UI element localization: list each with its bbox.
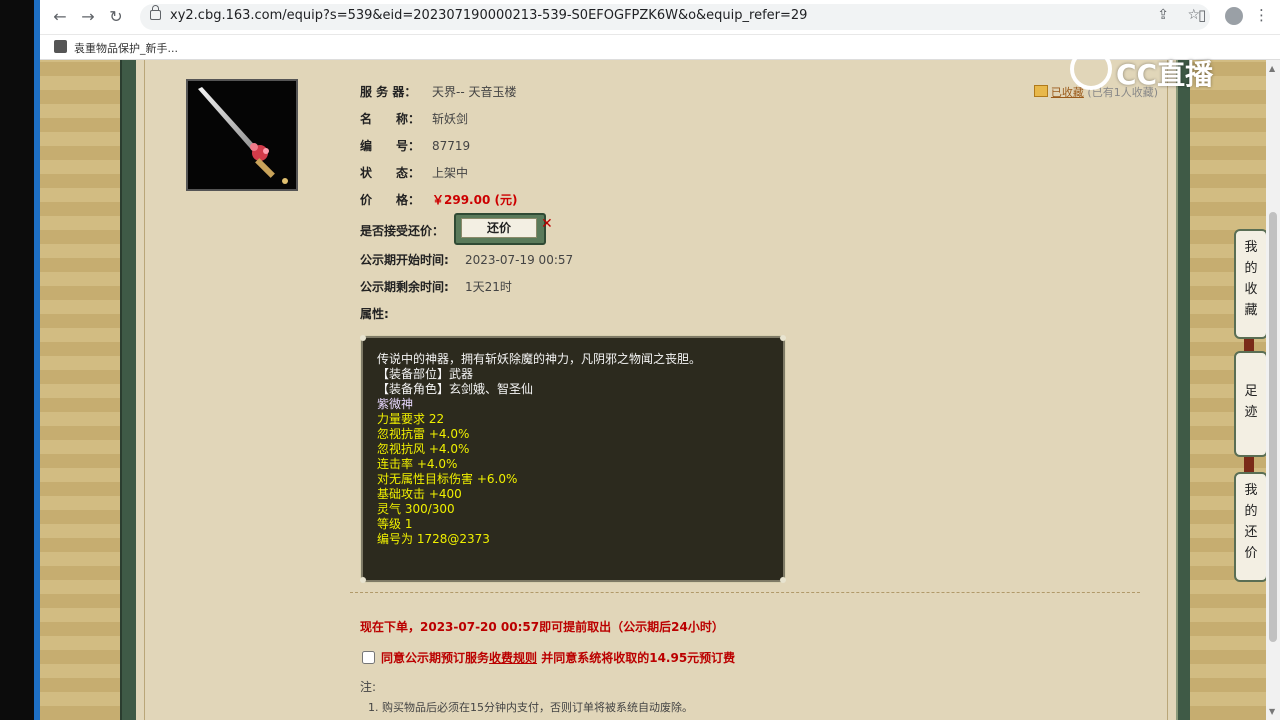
price-value: ￥299.00 (元)	[432, 193, 518, 207]
page-scrollbar[interactable]: ▲ ▼	[1266, 60, 1280, 720]
panel-corner	[360, 335, 366, 341]
item-thumbnail	[186, 79, 298, 191]
status-label: 状 态：	[360, 166, 421, 180]
name-value: 斩妖剑	[432, 112, 469, 126]
public-start-value: 2023-07-19 00:57	[465, 253, 574, 267]
side-tab-favorites[interactable]: 我的收藏	[1234, 229, 1268, 339]
counter-offer-label: 是否接受还价：	[360, 224, 445, 238]
agree-checkbox[interactable]	[362, 651, 375, 664]
sidebar-toggle-icon[interactable]: ▯	[1198, 6, 1206, 24]
agree-prefix: 同意公示期预订服务	[381, 651, 490, 665]
attributes-panel: 传说中的神器，拥有斩妖除魔的神力，凡阴邪之物闻之丧胆。 【装备部位】武器 【装备…	[360, 335, 786, 583]
lock-icon	[150, 5, 161, 20]
reload-icon[interactable]: ↻	[106, 7, 126, 27]
notes-label: 注:	[360, 680, 377, 694]
bookmark-item[interactable]: 袁重物品保护_新手...	[74, 40, 178, 56]
counter-offer-button-label: 还价	[461, 218, 537, 238]
scroll-thumb[interactable]	[1269, 212, 1277, 642]
close-icon[interactable]: ✕	[541, 216, 553, 232]
early-pickup-notice: 现在下单，2023-07-20 00:57即可提前取出（公示期后24小时）	[360, 620, 724, 634]
share-icon[interactable]: ⇪	[1157, 7, 1169, 23]
browser-toolbar: ← → ↻ xy2.cbg.163.com/equip?s=539&eid=20…	[40, 0, 1280, 35]
id-label: 编 号：	[360, 139, 421, 153]
desktop-left-edge	[0, 0, 40, 720]
forward-arrow-icon[interactable]: →	[78, 7, 98, 27]
attributes-label: 属性:	[360, 307, 389, 321]
server-value: 天界-- 天音玉楼	[432, 85, 517, 99]
stream-watermark: CC直播	[1070, 48, 1214, 91]
side-tab-footprints[interactable]: 足迹	[1234, 351, 1268, 457]
address-bar[interactable]: xy2.cbg.163.com/equip?s=539&eid=20230719…	[140, 4, 1210, 30]
public-start-label: 公示期开始时间:	[360, 253, 449, 267]
status-value: 上架中	[432, 166, 469, 180]
panel-corner	[780, 335, 786, 341]
counter-offer-button[interactable]: 还价	[454, 213, 546, 245]
browser-window: ← → ↻ xy2.cbg.163.com/equip?s=539&eid=20…	[40, 0, 1280, 720]
name-label: 名 称：	[360, 112, 421, 126]
public-remain-row: 公示期剩余时间: 1天21时	[360, 278, 512, 295]
back-arrow-icon[interactable]: ←	[50, 7, 70, 27]
counter-offer-row: 是否接受还价：	[360, 222, 450, 239]
server-label: 服 务 器：	[360, 85, 417, 99]
watermark-logo-icon	[1070, 48, 1112, 90]
menu-dots-icon[interactable]: ⋮	[1254, 6, 1269, 24]
scroll-up-arrow-icon[interactable]: ▲	[1269, 64, 1275, 73]
attributes-row: 属性:	[360, 305, 422, 322]
side-tab-counter-offers[interactable]: 我的还价	[1234, 472, 1268, 582]
watermark-text: CC直播	[1116, 58, 1214, 91]
sword-icon	[198, 87, 288, 184]
panel-corner	[780, 577, 786, 583]
panel-corner	[360, 577, 366, 583]
server-row: 服 务 器： 天界-- 天音玉楼	[360, 83, 516, 100]
side-tab-label: 我的还价	[1244, 483, 1258, 561]
page-viewport: 服 务 器： 天界-- 天音玉楼 名 称： 斩妖剑 编 号： 87719 状 态： 上架…	[40, 60, 1266, 720]
id-value: 87719	[432, 139, 471, 153]
url-text: xy2.cbg.163.com/equip?s=539&eid=20230719…	[170, 8, 808, 23]
price-label: 价 格：	[360, 193, 421, 207]
bookmark-favicon-icon	[54, 40, 67, 53]
scroll-down-arrow-icon[interactable]: ▼	[1269, 707, 1275, 716]
public-remain-label: 公示期剩余时间:	[360, 280, 449, 294]
id-row: 编 号： 87719	[360, 137, 470, 154]
fee-rules-link[interactable]: 收费规则	[489, 651, 537, 665]
agree-suffix: 并同意系统将收取的14.95元预订费	[541, 651, 736, 665]
side-tab-label: 我的收藏	[1244, 240, 1258, 318]
public-start-row: 公示期开始时间: 2023-07-19 00:57	[360, 251, 573, 268]
side-tab-label: 足迹	[1244, 384, 1258, 420]
name-row: 名 称： 斩妖剑	[360, 110, 468, 127]
attribute-line: 编号为 1728@2373	[377, 532, 490, 546]
address-bar-actions: ⇪ ☆	[1143, 7, 1200, 23]
note-item: 1. 购买物品后必须在15分钟内支付，否则订单将被系统自动废除。	[368, 701, 693, 714]
favorite-folder-icon	[1033, 85, 1048, 97]
public-remain-value: 1天21时	[465, 280, 512, 294]
status-row: 状 态： 上架中	[360, 164, 468, 181]
price-row: 价 格： ￥299.00 (元)	[360, 191, 517, 208]
section-divider	[350, 592, 1140, 593]
left-pattern-border	[40, 60, 120, 720]
preorder-agreement: 同意公示期预订服务收费规则 并同意系统将收取的14.95元预订费	[360, 649, 735, 666]
profile-avatar[interactable]	[1225, 7, 1243, 25]
item-detail-panel: 服 务 器： 天界-- 天音玉楼 名 称： 斩妖剑 编 号： 87719 状 态： 上架…	[136, 60, 1176, 720]
